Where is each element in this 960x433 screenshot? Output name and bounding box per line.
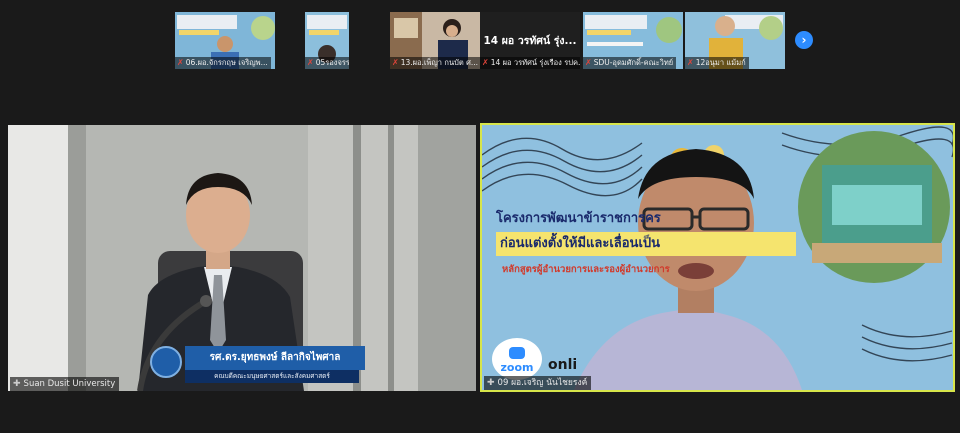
participant-name-text: 12อนุมา แม้มก์ xyxy=(695,58,746,67)
participant-name-text: 06.ผอ.จักรกฤษ เจริญพ... xyxy=(185,58,268,67)
zoom-gallery-view: ✗ 06.ผอ.จักรกฤษ เจริญพ... ✗ 05รองจรรยา xyxy=(0,0,960,433)
mic-muted-icon: ✗ xyxy=(392,58,399,67)
mic-muted-icon: ✗ xyxy=(177,58,184,67)
online-text: onli xyxy=(548,357,578,373)
lower-third-name-plate: รศ.ดร.ยุทธพงษ์ ลีลากิจไพศาล คณบดีคณะมนุษ… xyxy=(185,346,365,386)
participant-name: ✗ SDU-อุดมศักดิ์-คณะวิทย์ xyxy=(583,57,677,69)
participant-video xyxy=(482,125,953,390)
participant-thumbnail[interactable]: ✗ SDU-อุดมศักดิ์-คณะวิทย์ xyxy=(583,12,683,69)
camera-icon xyxy=(509,347,525,359)
thumbnail-strip: ✗ 06.ผอ.จักรกฤษ เจริญพ... ✗ 05รองจรรยา xyxy=(175,12,787,70)
participant-thumbnail[interactable]: ✗ 06.ผอ.จักรกฤษ เจริญพ... xyxy=(175,12,275,69)
zoom-logo-text: zoom xyxy=(500,361,534,374)
participant-name: ✗ 05รองจรรยา xyxy=(305,57,349,69)
slide-subtitle: หลักสูตรผู้อำนวยการและรองผู้อำนวยการ xyxy=(502,264,670,275)
video-tile-active-speaker[interactable]: โครงการพัฒนาข้าราชการคร ก่อนแต่งตั้งให้ม… xyxy=(480,123,955,392)
university-seal-icon xyxy=(150,346,182,378)
participant-thumbnail[interactable]: ✗ 05รองจรรยา xyxy=(305,12,349,69)
pin-icon: ✚ xyxy=(487,378,495,388)
participant-name: ✗ 14 ผอ วรทัศน์ รุ่งเรือง รปค... xyxy=(480,57,580,69)
participant-name: ✚ Suan Dusit University xyxy=(10,377,120,391)
participant-thumbnail[interactable]: 14 ผอ วรทัศน์ รุ่ง... ✗ 14 ผอ วรทัศน์ รุ… xyxy=(480,12,580,69)
speaker-title: คณบดีคณะมนุษยศาสตร์และสังคมศาสตร์ xyxy=(185,370,359,383)
participant-display-name: 14 ผอ วรทัศน์ รุ่ง... xyxy=(483,35,577,47)
speaker-name: รศ.ดร.ยุทธพงษ์ ลีลากิจไพศาล xyxy=(185,346,365,370)
participant-name: ✚ 09 ผอ.เจริญ นันไชยรงค์ xyxy=(484,376,592,390)
participant-name-text: Suan Dusit University xyxy=(23,379,116,389)
participant-thumbnail[interactable]: ✗ 13.ผอ.เพ็ญา กนบัต ศ... xyxy=(390,12,490,69)
mic-muted-icon: ✗ xyxy=(307,58,314,67)
participant-name: ✗ 06.ผอ.จักรกฤษ เจริญพ... xyxy=(175,57,271,69)
participant-name: ✗ 13.ผอ.เพ็ญา กนบัต ศ... xyxy=(390,57,482,69)
chevron-right-icon[interactable]: › xyxy=(795,31,813,49)
mic-muted-icon: ✗ xyxy=(687,58,694,67)
mic-muted-icon: ✗ xyxy=(482,58,489,67)
participant-name: ✗ 12อนุมา แม้มก์ xyxy=(685,57,749,69)
slide-title-line1: โครงการพัฒนาข้าราชการคร xyxy=(496,211,661,226)
video-tile-speaker-left[interactable]: รศ.ดร.ยุทธพงษ์ ลีลากิจไพศาล คณบดีคณะมนุษ… xyxy=(8,125,476,391)
participant-name-text: 09 ผอ.เจริญ นันไชยรงค์ xyxy=(497,378,588,388)
zoom-logo-icon: zoom xyxy=(492,338,542,380)
participant-name-text: 14 ผอ วรทัศน์ รุ่งเรือง รปค... xyxy=(490,58,580,67)
pin-icon: ✚ xyxy=(13,379,21,389)
participant-name-text: SDU-อุดมศักดิ์-คณะวิทย์ xyxy=(593,58,674,67)
participant-thumbnail[interactable]: ✗ 12อนุมา แม้มก์ xyxy=(685,12,785,69)
participant-name-text: 05รองจรรยา xyxy=(315,58,349,67)
mic-muted-icon: ✗ xyxy=(585,58,592,67)
slide-title-line2: ก่อนแต่งตั้งให้มีและเลื่อนเป็น xyxy=(496,232,796,256)
participant-name-text: 13.ผอ.เพ็ญา กนบัต ศ... xyxy=(400,58,479,67)
